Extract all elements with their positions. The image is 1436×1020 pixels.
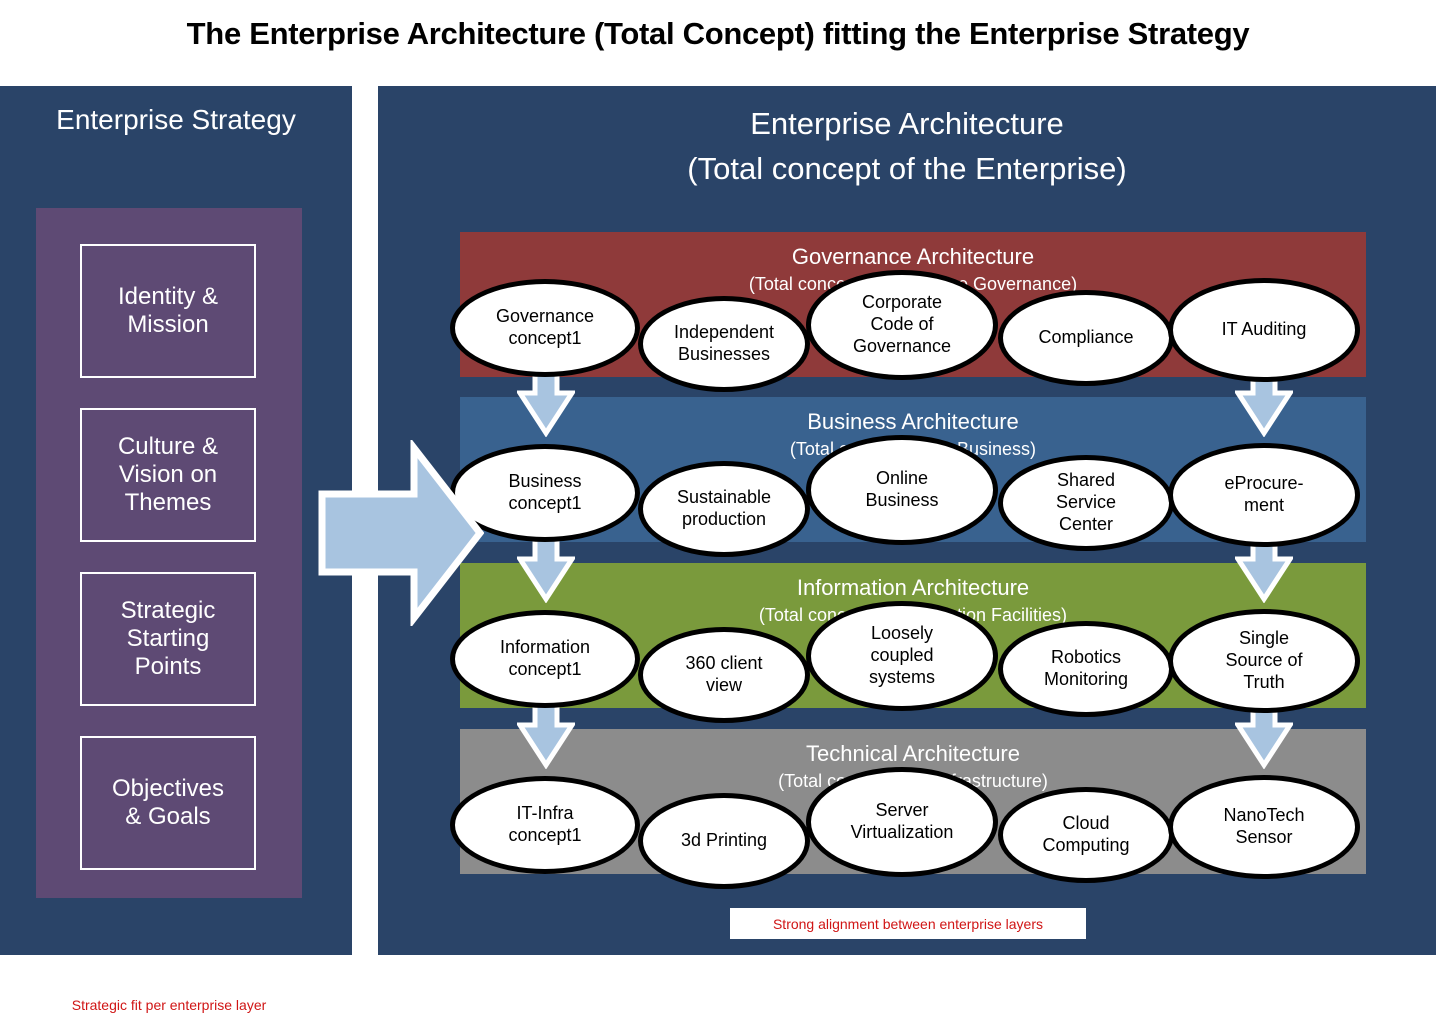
strategy-item-strategic-starting-points[interactable]: Strategic Starting Points [80, 572, 256, 706]
concept-ellipse-online-business[interactable]: Online Business [806, 435, 998, 545]
concept-ellipse-eprocure-ment[interactable]: eProcure-ment [1168, 443, 1360, 547]
concept-ellipse-compliance[interactable]: Compliance [998, 290, 1174, 386]
concept-ellipse-shared-service-center[interactable]: Shared Service Center [998, 455, 1174, 551]
concept-ellipse-cloud-computing[interactable]: Cloud Computing [998, 787, 1174, 883]
strategy-item-identity-mission[interactable]: Identity & Mission [80, 244, 256, 378]
strong-alignment-caption: Strong alignment between enterprise laye… [730, 908, 1086, 939]
strategy-items-container: Identity & Mission Culture & Vision on Them… [36, 208, 302, 898]
strategy-item-objectives-goals[interactable]: Objectives & Goals [80, 736, 256, 870]
concept-ellipse-loosely-coupled-systems[interactable]: Loosely coupled systems [806, 601, 998, 711]
concept-ellipse-360-client-view[interactable]: 360 client view [638, 627, 810, 723]
concept-ellipse-it-infra-concept1[interactable]: IT-Infra concept1 [450, 776, 640, 874]
concept-ellipse-nanotech-sensor[interactable]: NanoTech Sensor [1168, 775, 1360, 879]
layer-name-business: Business Architecture [807, 409, 1019, 434]
enterprise-architecture-title: Enterprise Architecture (Total concept o… [378, 102, 1436, 192]
concept-ellipse-single-source-of-truth[interactable]: Single Source of Truth [1168, 609, 1360, 713]
concept-ellipse-governance-concept1[interactable]: Governance concept1 [450, 279, 640, 377]
strategy-item-culture-vision[interactable]: Culture & Vision on Themes [80, 408, 256, 542]
enterprise-architecture-panel: Enterprise Architecture (Total concept o… [378, 86, 1436, 955]
concept-ellipse-independent-businesses[interactable]: Independent Businesses [638, 296, 810, 392]
page-title: The Enterprise Architecture (Total Conce… [186, 16, 1250, 51]
layer-name-governance: Governance Architecture [791, 244, 1035, 269]
concept-ellipse-corporate-code-of-governance[interactable]: Corporate Code of Governance [806, 270, 998, 380]
strategy-to-architecture-arrow [318, 440, 484, 626]
strategic-fit-caption: Strategic fit per enterprise layer [36, 989, 302, 1020]
concept-ellipse-server-virtualization[interactable]: Server Virtualization [806, 767, 998, 877]
layer-name-information: Information Architecture [796, 575, 1030, 600]
concept-ellipse-3d-printing[interactable]: 3d Printing [638, 793, 810, 889]
concept-ellipse-it-auditing[interactable]: IT Auditing [1168, 278, 1360, 382]
enterprise-strategy-panel: Enterprise Strategy Identity & Mission Cu… [0, 86, 352, 1020]
layer-name-technical: Technical Architecture [806, 741, 1020, 766]
ea-title-line2: (Total concept of the Enterprise) [687, 150, 1127, 186]
ea-title-line1: Enterprise Architecture [750, 106, 1064, 141]
concept-ellipse-sustainable-production[interactable]: Sustainable production [638, 461, 810, 557]
enterprise-strategy-title: Enterprise Strategy [56, 104, 296, 135]
concept-ellipse-robotics-monitoring[interactable]: Robotics Monitoring [998, 621, 1174, 717]
